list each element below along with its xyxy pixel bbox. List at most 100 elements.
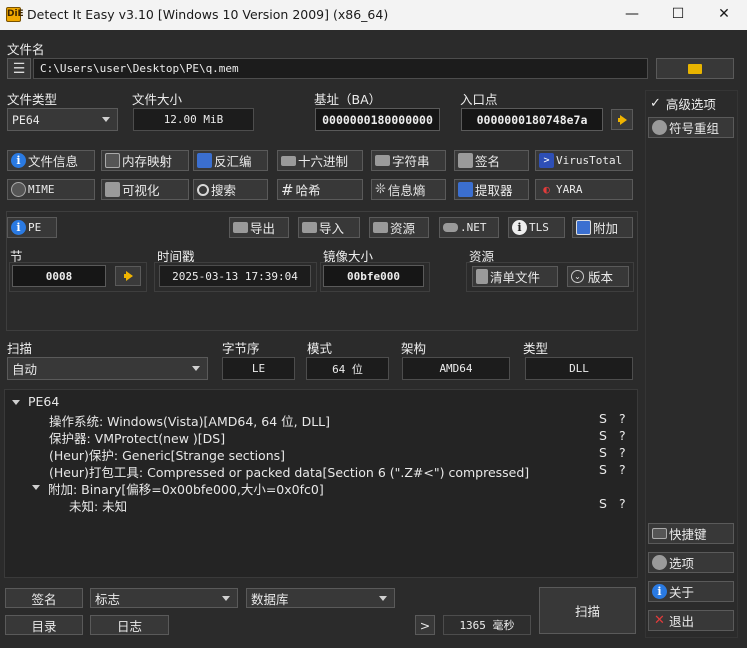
keyboard-icon xyxy=(652,528,667,539)
symbol-rebuild-button[interactable]: 符号重组 xyxy=(648,117,734,138)
memory-map-button[interactable]: 内存映射 xyxy=(101,150,189,171)
about-button[interactable]: i 关于 xyxy=(648,581,734,602)
yara-button[interactable]: ◐ YARA xyxy=(535,179,633,200)
signature-link[interactable]: S xyxy=(599,428,607,443)
file-info-button[interactable]: i 文件信息 xyxy=(7,150,95,171)
section-count-field[interactable]: 0008 xyxy=(12,265,106,287)
help-link[interactable]: ? xyxy=(619,445,626,460)
tls-button[interactable]: i TLS xyxy=(508,217,565,238)
signature-link[interactable]: S xyxy=(599,496,607,511)
result-row[interactable]: 附加: Binary[偏移=0x00bfe000,大小=0x0fc0] xyxy=(5,479,637,497)
scan-results-tree[interactable]: PE64 操作系统: Windows(Vista)[AMD64, 64 位, DL… xyxy=(4,389,638,578)
arch-field: AMD64 xyxy=(402,357,510,380)
maximize-button[interactable]: ☐ xyxy=(655,0,701,30)
disassembly-icon xyxy=(197,153,212,168)
base-address-field[interactable]: 0000000180000000 xyxy=(315,108,440,131)
overlay-icon xyxy=(576,220,591,235)
file-type-select[interactable]: PE64 xyxy=(7,108,118,131)
version-button[interactable]: ⌄ 版本 xyxy=(567,266,629,287)
open-file-button[interactable] xyxy=(656,58,734,79)
base-address-label: 基址（BA） xyxy=(314,92,382,107)
manifest-button[interactable]: 清单文件 xyxy=(472,266,558,287)
resources-button[interactable]: 资源 xyxy=(369,217,429,238)
mime-icon xyxy=(11,182,26,197)
file-size-label: 文件大小 xyxy=(132,92,183,107)
signature-link[interactable]: S xyxy=(599,462,607,477)
entry-point-label: 入口点 xyxy=(460,92,498,107)
database-select[interactable]: 数据库 xyxy=(246,588,395,608)
endian-field: LE xyxy=(222,357,295,380)
mime-button[interactable]: MIME xyxy=(7,179,95,200)
image-size-field[interactable]: 00bfe000 xyxy=(323,265,424,287)
result-text: PE64 xyxy=(28,394,60,409)
scan-button[interactable]: 扫描 xyxy=(539,587,636,634)
visualization-button[interactable]: 可视化 xyxy=(101,179,189,200)
hash-button[interactable]: # 哈希 xyxy=(277,179,363,200)
file-size-field: 12.00 MiB xyxy=(133,108,254,131)
close-button[interactable]: ✕ xyxy=(701,0,747,30)
memory-map-icon xyxy=(105,153,120,168)
disasm-button[interactable]: 反汇编 xyxy=(193,150,268,171)
scan-mode-select[interactable]: 自动 xyxy=(7,357,208,380)
pe-button[interactable]: i PE xyxy=(7,217,57,238)
entry-point-field[interactable]: 0000000180748e7a xyxy=(461,108,603,131)
result-row[interactable]: (Heur)保护: Generic[Strange sections] S? xyxy=(5,445,637,463)
shortcuts-button[interactable]: 快捷键 xyxy=(648,523,734,544)
elapsed-time: 1365 毫秒 xyxy=(443,615,531,635)
help-link[interactable]: ? xyxy=(619,462,626,477)
virustotal-button[interactable]: > VirusTotal xyxy=(535,150,633,171)
scan-mode-value: 自动 xyxy=(12,362,38,377)
chevron-down-icon xyxy=(192,366,200,371)
title-bar[interactable]: DiE Detect It Easy v3.10 [Windows 10 Ver… xyxy=(0,0,747,30)
export-button[interactable]: 导出 xyxy=(229,217,289,238)
signature-button[interactable]: 签名 xyxy=(5,588,83,608)
chevron-down-circle-icon: ⌄ xyxy=(571,270,584,283)
signature-link[interactable]: S xyxy=(599,411,607,426)
result-row[interactable]: 未知: 未知 S? xyxy=(5,496,637,514)
overlay-button[interactable]: 附加 xyxy=(572,217,633,238)
signatures-button[interactable]: 签名 xyxy=(454,150,529,171)
import-button[interactable]: 导入 xyxy=(298,217,360,238)
net-icon xyxy=(443,223,458,232)
entropy-button[interactable]: ❊ 信息熵 xyxy=(371,179,446,200)
flags-select[interactable]: 标志 xyxy=(90,588,238,608)
directory-button[interactable]: 目录 xyxy=(5,615,83,635)
help-link[interactable]: ? xyxy=(619,428,626,443)
menu-button[interactable]: ☰ xyxy=(7,58,31,79)
hex-icon xyxy=(281,155,296,166)
chevron-down-icon xyxy=(102,117,110,122)
sections-goto-button[interactable] xyxy=(115,266,141,286)
checkmark-icon: ✓ xyxy=(650,96,661,111)
help-link[interactable]: ? xyxy=(619,496,626,511)
expand-arrow-icon[interactable] xyxy=(32,485,40,490)
signature-icon xyxy=(458,153,473,168)
result-row[interactable]: (Heur)打包工具: Compressed or packed data[Se… xyxy=(5,462,637,480)
extractor-button[interactable]: 提取器 xyxy=(454,179,529,200)
exit-button[interactable]: ✕ 退出 xyxy=(648,610,734,631)
net-button[interactable]: .NET xyxy=(439,217,499,238)
advanced-checkbox[interactable]: ✓ 高级选项 xyxy=(650,94,716,113)
strings-button[interactable]: 字符串 xyxy=(371,150,446,171)
result-row[interactable]: PE64 xyxy=(5,394,637,411)
options-button[interactable]: 选项 xyxy=(648,552,734,573)
info-icon: i xyxy=(512,220,527,235)
gear-icon xyxy=(652,555,667,570)
next-button[interactable]: > xyxy=(415,615,435,635)
virustotal-icon: > xyxy=(539,153,554,168)
timestamp-field: 2025-03-13 17:39:04 xyxy=(159,265,311,287)
log-button[interactable]: 日志 xyxy=(90,615,169,635)
result-row[interactable]: 操作系统: Windows(Vista)[AMD64, 64 位, DLL] S? xyxy=(5,411,637,429)
search-icon xyxy=(197,183,209,196)
hex-button[interactable]: 十六进制 xyxy=(277,150,363,171)
file-name-label: 文件名 xyxy=(7,42,45,57)
file-path-field[interactable]: C:\Users\user\Desktop\PE\q.mem xyxy=(33,58,648,79)
expand-arrow-icon[interactable] xyxy=(12,400,20,405)
minimize-button[interactable]: — xyxy=(609,0,655,30)
entry-point-goto-button[interactable] xyxy=(611,109,633,130)
advanced-label: 高级选项 xyxy=(665,97,716,112)
signature-link[interactable]: S xyxy=(599,445,607,460)
search-button[interactable]: 搜索 xyxy=(193,179,268,200)
result-row[interactable]: 保护器: VMProtect(new )[DS] S? xyxy=(5,428,637,446)
scan-label: 扫描 xyxy=(7,341,33,356)
help-link[interactable]: ? xyxy=(619,411,626,426)
